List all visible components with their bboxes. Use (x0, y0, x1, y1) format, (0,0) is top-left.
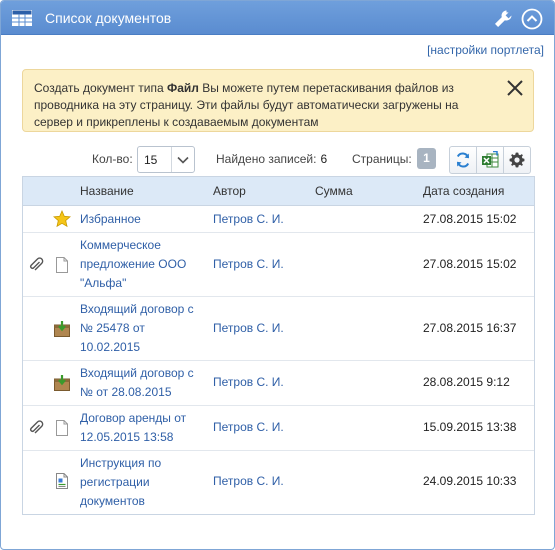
creation-date: 27.08.2015 16:37 (423, 321, 517, 335)
count-label: Кол-во: (92, 152, 133, 166)
portlet-title: Список документов (45, 10, 172, 26)
notice-text: Создать документ типа Файл Вы можете пут… (34, 81, 459, 129)
paperclip-icon (30, 420, 44, 434)
author-link[interactable]: Петров С. И. (213, 420, 284, 434)
table-row[interactable]: Договор аренды от 12.05.2015 13:58 Петро… (23, 406, 534, 451)
chevron-down-icon (177, 156, 189, 164)
refresh-button[interactable] (449, 146, 477, 174)
creation-date: 28.08.2015 9:12 (423, 375, 510, 389)
records-found-count: 6 (320, 152, 328, 166)
table-row[interactable]: Инструкция по регистрации документов Пет… (23, 451, 534, 515)
export-excel-button[interactable] (476, 146, 504, 174)
documents-table: Название Автор Сумма Дата создания Избра… (22, 176, 535, 515)
wrench-icon[interactable] (493, 9, 513, 29)
table-header: Название Автор Сумма Дата создания (23, 177, 534, 206)
grid-settings-button[interactable] (503, 146, 531, 174)
page-size-value: 15 (144, 153, 158, 167)
document-name-link[interactable]: Инструкция по регистрации документов (80, 454, 205, 511)
creation-date: 24.09.2015 10:33 (423, 474, 517, 488)
gear-icon (509, 152, 525, 168)
page-size-select[interactable]: 15 (137, 146, 195, 173)
portlet-settings-link[interactable]: [настройки портлета] (427, 43, 544, 57)
star-icon (53, 210, 71, 228)
pages-label: Страницы: (352, 152, 412, 166)
document-name-link[interactable]: Входящий договор с № от 28.08.2015 (80, 364, 205, 402)
creation-date: 27.08.2015 15:02 (423, 257, 517, 271)
refresh-icon (456, 152, 470, 168)
instruction-icon (56, 473, 68, 489)
creation-date: 15.09.2015 13:38 (423, 420, 517, 434)
table-row[interactable]: Входящий договор с № от 28.08.2015 Петро… (23, 361, 534, 406)
column-header-author[interactable]: Автор (213, 184, 246, 198)
column-header-date[interactable]: Дата создания (423, 184, 504, 198)
incoming-contract-icon (54, 375, 70, 391)
document-icon (56, 257, 68, 273)
portlet-titlebar: Список документов (1, 1, 554, 35)
table-row[interactable]: Избранное Петров С. И. 27.08.2015 15:02 (23, 207, 534, 233)
excel-export-icon (482, 151, 499, 168)
table-icon (12, 10, 32, 26)
creation-date: 27.08.2015 15:02 (423, 212, 517, 226)
page-button[interactable]: 1 (417, 148, 436, 169)
portlet: Список документов [настройки портлета] С… (0, 0, 555, 550)
document-name-link[interactable]: Договор аренды от 12.05.2015 13:58 (80, 409, 205, 447)
document-name-link[interactable]: Избранное (80, 210, 205, 229)
author-link[interactable]: Петров С. И. (213, 375, 284, 389)
author-link[interactable]: Петров С. И. (213, 474, 284, 488)
author-link[interactable]: Петров С. И. (213, 321, 284, 335)
incoming-contract-icon (54, 321, 70, 337)
notice-file-type: Файл (166, 81, 199, 95)
document-icon (56, 420, 68, 436)
author-link[interactable]: Петров С. И. (213, 212, 284, 226)
document-name-link[interactable]: Коммерческое предложение ООО "Альфа" (80, 236, 205, 293)
table-row[interactable]: Входящий договор с № 25478 от 10.02.2015… (23, 297, 534, 361)
document-name-link[interactable]: Входящий договор с № 25478 от 10.02.2015 (80, 300, 205, 357)
table-row[interactable]: Коммерческое предложение ООО "Альфа" Пет… (23, 233, 534, 297)
paperclip-icon (30, 257, 44, 271)
collapse-icon[interactable] (521, 8, 543, 30)
column-header-sum[interactable]: Сумма (315, 184, 353, 198)
column-header-name[interactable]: Название (80, 184, 134, 198)
list-toolbar: Кол-во: 15 Найдено записей: 6 Страницы: 1 (1, 145, 554, 174)
author-link[interactable]: Петров С. И. (213, 257, 284, 271)
records-found: Найдено записей: 6 (216, 152, 328, 166)
close-icon[interactable] (505, 78, 525, 98)
dragdrop-notice: Создать документ типа Файл Вы можете пут… (22, 69, 534, 132)
